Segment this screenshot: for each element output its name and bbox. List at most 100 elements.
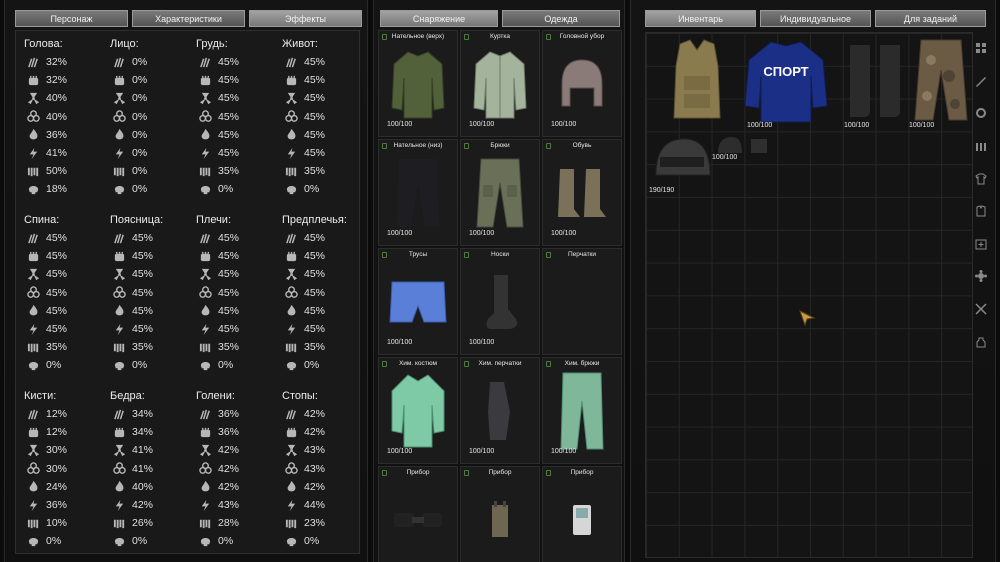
inventory-grid[interactable]: СПОРТ 100/100 100/100 100/100 190/190 10… bbox=[645, 32, 973, 558]
slot-condition: 100/100 bbox=[387, 121, 413, 128]
resistance-row: 45% bbox=[110, 247, 196, 265]
resistance-row: 42% bbox=[196, 460, 282, 478]
tab-effects[interactable]: Эффекты bbox=[249, 10, 362, 27]
resistance-value: 43% bbox=[304, 462, 326, 475]
tab-gear[interactable]: Снаряжение bbox=[380, 10, 498, 27]
sock-icon bbox=[461, 263, 539, 340]
equipment-slot[interactable]: Куртка 100/100 bbox=[460, 30, 540, 137]
resistance-row: 12% bbox=[24, 423, 110, 441]
resistance-value: 35% bbox=[132, 341, 154, 354]
resistance-row: 45% bbox=[24, 320, 110, 338]
equipment-slot[interactable]: Перчатки bbox=[542, 248, 622, 355]
equipment-slot[interactable]: Хим. брюки 100/100 bbox=[542, 357, 622, 464]
knife-icon[interactable] bbox=[972, 65, 990, 98]
resistance-row: 45% bbox=[24, 302, 110, 320]
gear-icon[interactable] bbox=[972, 97, 990, 130]
tshirt-icon[interactable] bbox=[972, 162, 990, 195]
resistance-row: 45% bbox=[110, 320, 196, 338]
resistance-row: 45% bbox=[196, 284, 282, 302]
equipment-slot[interactable]: Обувь 100/100 bbox=[542, 139, 622, 246]
inventory-item-camo-pants[interactable] bbox=[911, 36, 971, 124]
resistance-row: 32% bbox=[24, 53, 110, 71]
resistance-row: 45% bbox=[196, 108, 282, 126]
lightning-icon bbox=[24, 498, 42, 512]
acid-icon bbox=[282, 516, 300, 530]
psy-skull-icon bbox=[282, 358, 300, 372]
fist-icon bbox=[24, 73, 42, 87]
acid-icon bbox=[24, 340, 42, 354]
slot-condition: 100/100 bbox=[387, 230, 413, 237]
resistance-row: 50% bbox=[24, 162, 110, 180]
tab-clothing[interactable]: Одежда bbox=[502, 10, 620, 27]
resistance-row: 45% bbox=[196, 302, 282, 320]
resistance-value: 41% bbox=[132, 462, 154, 475]
grid-icon[interactable] bbox=[972, 32, 990, 65]
equipment-slot[interactable]: Прибор bbox=[460, 466, 540, 562]
inventory-item-sport-top[interactable]: СПОРТ bbox=[741, 36, 831, 126]
resistance-row: 0% bbox=[196, 532, 282, 550]
tab-stats[interactable]: Характеристики bbox=[132, 10, 245, 27]
detector-icon bbox=[461, 481, 539, 558]
armor-vest-icon[interactable] bbox=[972, 195, 990, 228]
equipment-slot[interactable]: Хим. костюм 100/100 bbox=[378, 357, 458, 464]
resistance-value: 0% bbox=[132, 183, 148, 196]
resistance-value: 41% bbox=[132, 444, 154, 457]
resistance-row: 43% bbox=[282, 460, 368, 478]
radiation-icon bbox=[282, 267, 300, 281]
acid-icon bbox=[24, 164, 42, 178]
resistance-value: 36% bbox=[218, 408, 240, 421]
slot-condition: 100/100 bbox=[551, 448, 577, 455]
equipment-slot[interactable]: Прибор bbox=[378, 466, 458, 562]
resistance-row: 30% bbox=[24, 460, 110, 478]
fist-icon bbox=[282, 425, 300, 439]
psy-skull-icon bbox=[282, 182, 300, 196]
lightning-icon bbox=[196, 322, 214, 336]
fire-icon bbox=[282, 304, 300, 318]
ammo-icon[interactable] bbox=[972, 130, 990, 163]
resistance-row: 45% bbox=[282, 89, 368, 107]
slot-label: Перчатки bbox=[567, 251, 597, 258]
resistance-row: 41% bbox=[110, 441, 196, 459]
inventory-item-helmet[interactable] bbox=[650, 135, 712, 189]
equipment-slot[interactable]: Хим. перчатки 100/100 bbox=[460, 357, 540, 464]
resistance-row: 42% bbox=[282, 423, 368, 441]
equipment-slot[interactable]: Прибор bbox=[542, 466, 622, 562]
equipment-slot[interactable]: Головной убор 100/100 bbox=[542, 30, 622, 137]
resistance-value: 42% bbox=[218, 444, 240, 457]
tab-inventory[interactable]: Инвентарь bbox=[645, 10, 756, 27]
resistance-value: 42% bbox=[218, 462, 240, 475]
resistance-row: 45% bbox=[196, 229, 282, 247]
resistance-value: 10% bbox=[46, 517, 68, 530]
body-part-name: Стопы: bbox=[282, 390, 318, 402]
item-condition: 100/100 bbox=[747, 122, 773, 129]
radiation-icon bbox=[110, 91, 128, 105]
equipment-slot[interactable]: Нательное (низ) 100/100 bbox=[378, 139, 458, 246]
body-part-group: Грудь: 45% 45% 45% 45% 45% 45% 35% 0% bbox=[196, 35, 282, 207]
resistance-row: 0% bbox=[196, 356, 282, 374]
resistance-row: 0% bbox=[110, 162, 196, 180]
body-part-name: Плечи: bbox=[196, 214, 232, 226]
inventory-item-small[interactable] bbox=[748, 135, 772, 157]
radiation-icon bbox=[110, 267, 128, 281]
body-part-name: Поясница: bbox=[110, 214, 164, 226]
crossed-tools-icon[interactable] bbox=[972, 293, 990, 326]
artifact-icon[interactable] bbox=[972, 260, 990, 293]
body-part-group: Кисти: 12% 12% 30% 30% 24% 36% 10% 0% bbox=[24, 387, 110, 559]
resistance-value: 0% bbox=[218, 535, 234, 548]
tab-quest-items[interactable]: Для заданий bbox=[875, 10, 986, 27]
tab-character[interactable]: Персонаж bbox=[15, 10, 128, 27]
equipment-slot[interactable]: Брюки 100/100 bbox=[460, 139, 540, 246]
equipment-slot[interactable]: Носки 100/100 bbox=[460, 248, 540, 355]
medkit-icon[interactable] bbox=[972, 228, 990, 261]
inventory-item-rubber-boots[interactable] bbox=[844, 41, 908, 121]
inventory-item-vest[interactable] bbox=[666, 36, 728, 126]
bag-icon[interactable] bbox=[972, 325, 990, 358]
equipment-slot[interactable]: Трусы 100/100 bbox=[378, 248, 458, 355]
radiation-icon bbox=[110, 443, 128, 457]
equipment-slot[interactable]: Нательное (верх) 100/100 bbox=[378, 30, 458, 137]
tab-personal[interactable]: Индивидуальное bbox=[760, 10, 871, 27]
resistance-row: 32% bbox=[24, 71, 110, 89]
biohazard-icon bbox=[196, 462, 214, 476]
acid-icon bbox=[282, 340, 300, 354]
fire-icon bbox=[110, 480, 128, 494]
